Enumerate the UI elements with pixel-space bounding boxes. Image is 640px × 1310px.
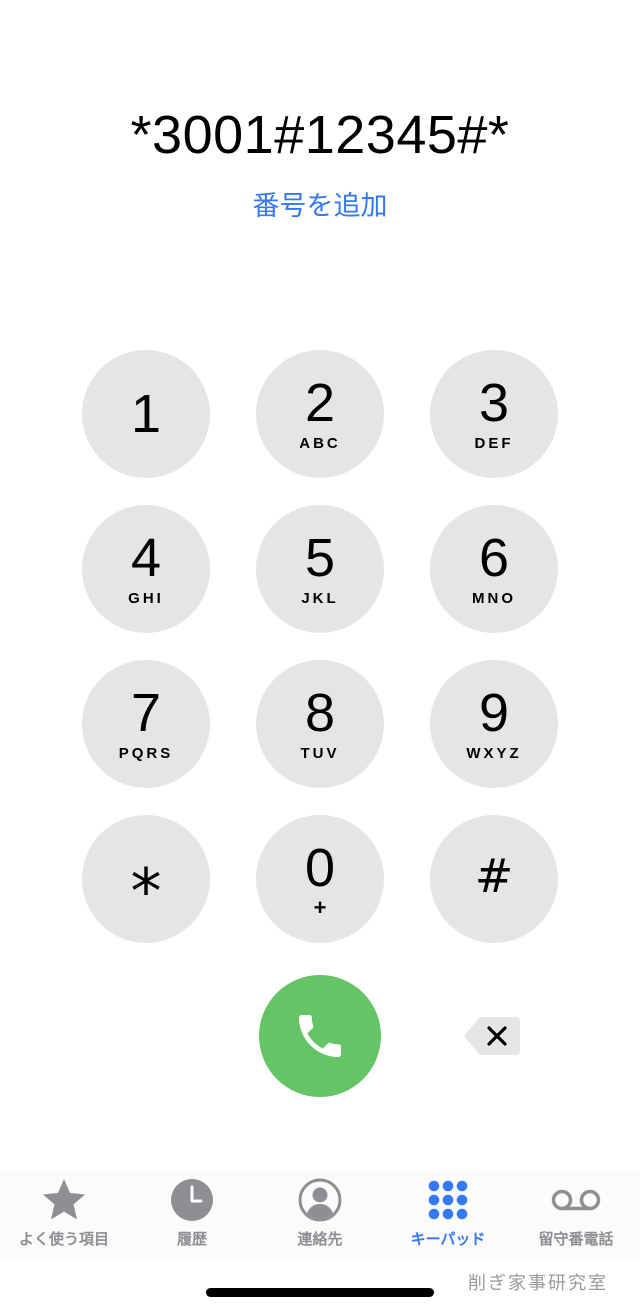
tab-contacts[interactable]: 連絡先 bbox=[256, 1170, 384, 1260]
key-letters: ABC bbox=[299, 435, 341, 452]
key-1[interactable]: 1 bbox=[82, 350, 210, 478]
key-digit: 0 bbox=[304, 838, 336, 898]
key-5[interactable]: 5 JKL bbox=[256, 505, 384, 633]
add-number-link[interactable]: 番号を追加 bbox=[0, 184, 640, 223]
clock-icon bbox=[171, 1179, 213, 1221]
key-digit: 5 bbox=[304, 528, 336, 588]
call-button[interactable] bbox=[259, 975, 381, 1097]
key-letters: WXYZ bbox=[466, 745, 522, 762]
phone-dialer-screen: *3001#12345#* 番号を追加 1 2 ABC 3 DEF 4 GHI … bbox=[0, 0, 640, 1310]
delete-backspace-icon bbox=[464, 1017, 520, 1055]
key-digit: 7 bbox=[130, 683, 162, 743]
key-letters: TUV bbox=[300, 745, 340, 762]
key-star[interactable]: * bbox=[82, 815, 210, 943]
key-3[interactable]: 3 DEF bbox=[430, 350, 558, 478]
entered-number-display: *3001#12345#* bbox=[130, 105, 510, 165]
delete-button[interactable] bbox=[462, 1015, 522, 1057]
key-digit: 3 bbox=[478, 373, 510, 433]
key-digit: * bbox=[130, 855, 162, 928]
key-2[interactable]: 2 ABC bbox=[256, 350, 384, 478]
key-letters: GHI bbox=[128, 590, 164, 607]
tab-label: よく使う項目 bbox=[18, 1230, 109, 1248]
phone-icon bbox=[299, 1015, 341, 1057]
key-plus: + bbox=[313, 895, 327, 920]
key-letters: MNO bbox=[472, 590, 516, 607]
key-7[interactable]: 7 PQRS bbox=[82, 660, 210, 788]
key-letters: PQRS bbox=[118, 745, 174, 762]
star-icon bbox=[43, 1179, 85, 1220]
key-digit: 1 bbox=[130, 384, 162, 444]
tab-favorites[interactable]: よく使う項目 bbox=[0, 1170, 128, 1260]
person-circle-icon bbox=[298, 1178, 342, 1222]
voicemail-icon bbox=[551, 1189, 601, 1211]
watermark: 削ぎ家事研究室 bbox=[468, 1273, 608, 1294]
key-digit: 4 bbox=[130, 528, 162, 588]
key-digit: # bbox=[474, 849, 514, 903]
key-letters: JKL bbox=[301, 590, 339, 607]
key-4[interactable]: 4 GHI bbox=[82, 505, 210, 633]
home-indicator[interactable] bbox=[206, 1288, 434, 1297]
keypad-grid-icon bbox=[428, 1180, 468, 1220]
key-digit: 6 bbox=[478, 528, 510, 588]
key-0[interactable]: 0 + bbox=[256, 815, 384, 943]
key-letters: DEF bbox=[474, 435, 514, 452]
key-6[interactable]: 6 MNO bbox=[430, 505, 558, 633]
tab-recents[interactable]: 履歴 bbox=[128, 1170, 256, 1260]
tab-label: 連絡先 bbox=[297, 1230, 343, 1248]
tab-label: 留守番電話 bbox=[538, 1230, 614, 1248]
key-digit: 2 bbox=[304, 373, 336, 433]
tab-voicemail[interactable]: 留守番電話 bbox=[512, 1170, 640, 1260]
tab-keypad[interactable]: キーパッド bbox=[384, 1170, 512, 1260]
tab-label: キーパッド bbox=[410, 1230, 486, 1248]
key-9[interactable]: 9 WXYZ bbox=[430, 660, 558, 788]
key-8[interactable]: 8 TUV bbox=[256, 660, 384, 788]
key-hash[interactable]: # bbox=[430, 815, 558, 943]
key-digit: 8 bbox=[304, 683, 336, 743]
key-digit: 9 bbox=[478, 683, 510, 743]
tab-label: 履歴 bbox=[176, 1230, 207, 1248]
tab-bar: よく使う項目 履歴 連絡先 キーパッド 留守番電話 bbox=[0, 1170, 640, 1260]
